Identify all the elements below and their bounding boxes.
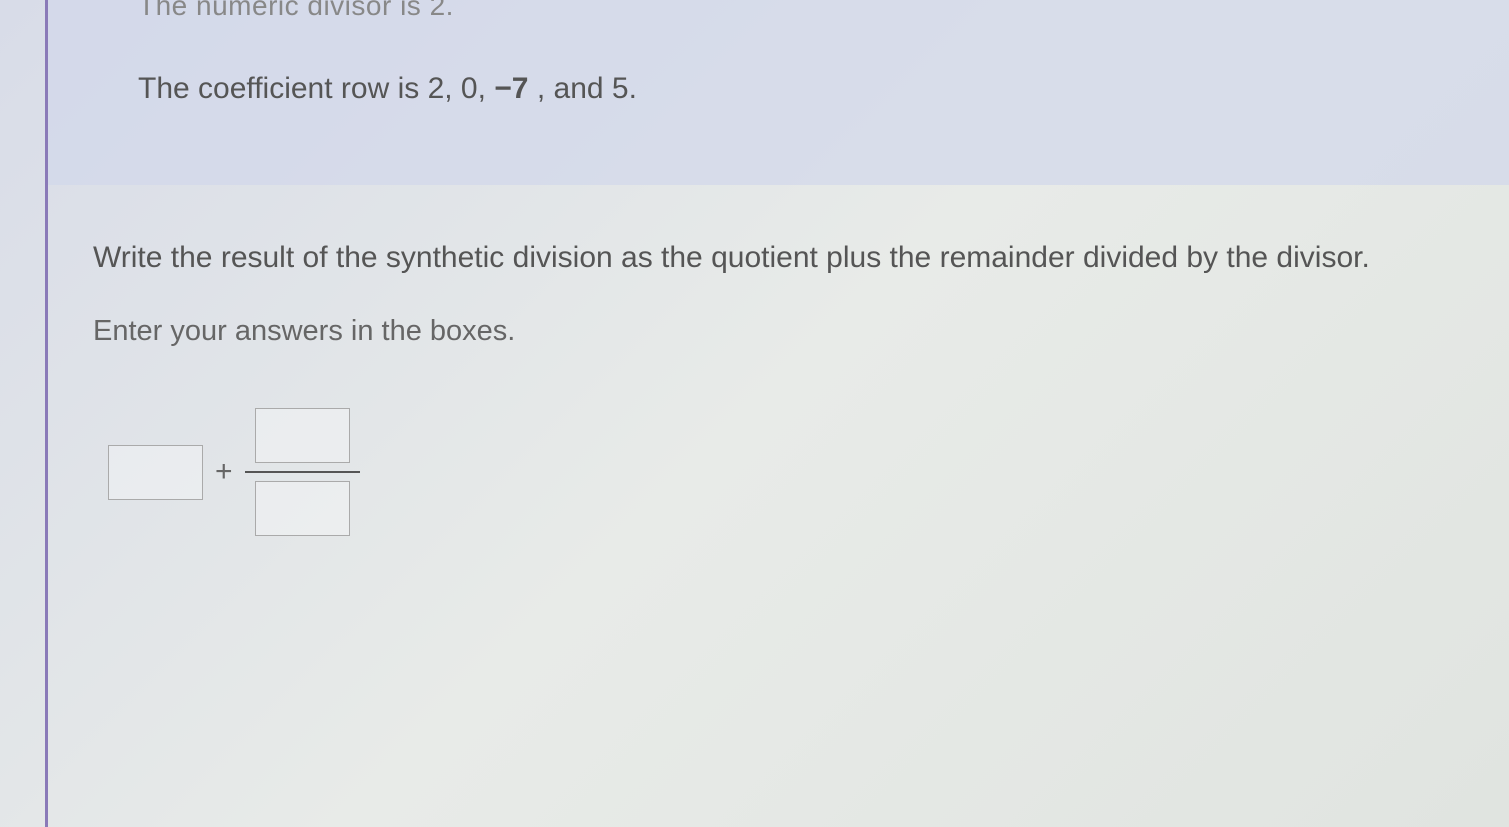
divisor-hint-text: The numeric divisor is 2. [138,0,1449,22]
coefficient-suffix: , and 5. [529,72,637,105]
coefficient-prefix: The coefficient row is 2, 0, [138,72,494,105]
coefficient-row-text: The coefficient row is 2, 0, −7 , and 5. [138,72,1449,106]
quotient-input[interactable] [108,445,203,500]
fraction-wrapper [245,408,360,536]
content-wrapper: The numeric divisor is 2. The coefficien… [48,0,1509,827]
instruction-text: Write the result of the synthetic divisi… [93,235,1449,280]
question-section: Write the result of the synthetic divisi… [48,185,1509,536]
fraction-line [245,471,360,473]
hint-section: The numeric divisor is 2. The coefficien… [48,0,1509,185]
numerator-input[interactable] [255,408,350,463]
denominator-input[interactable] [255,481,350,536]
coefficient-bold-value: −7 [494,72,528,105]
enter-prompt-text: Enter your answers in the boxes. [93,315,1449,348]
answer-expression: + [108,408,1449,536]
plus-sign: + [215,455,233,489]
